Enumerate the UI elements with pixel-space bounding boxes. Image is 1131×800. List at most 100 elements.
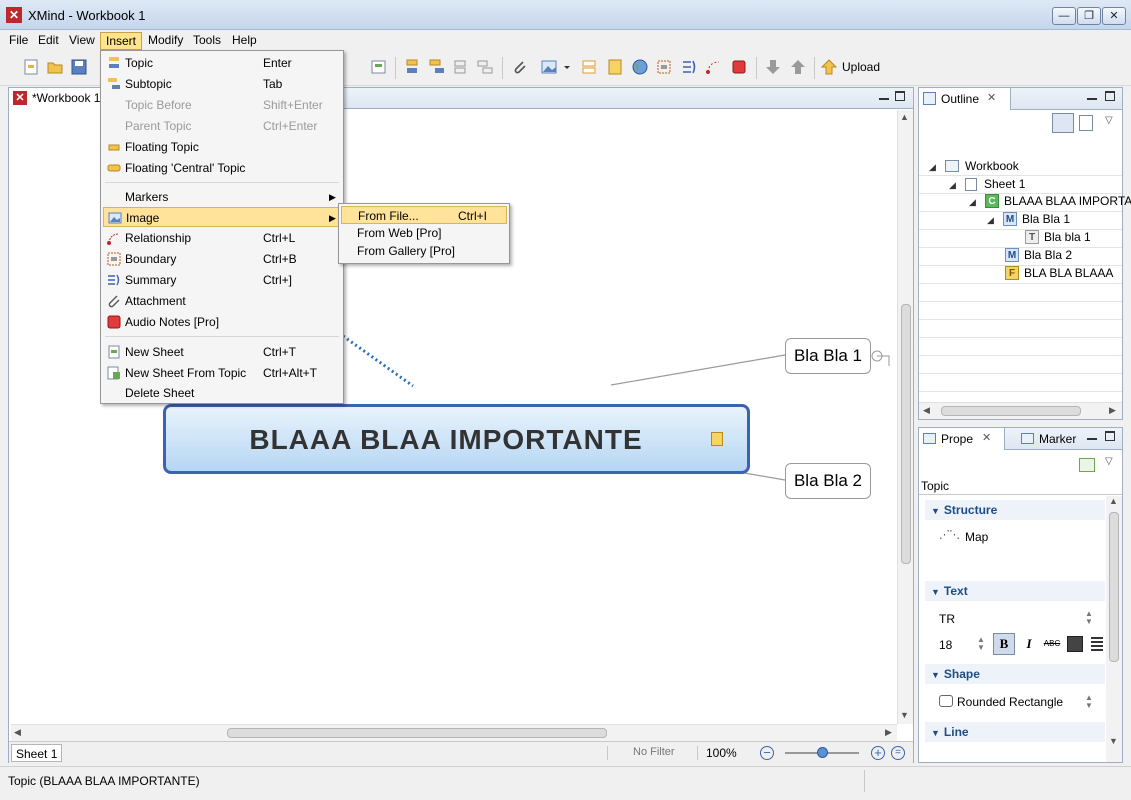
scroll-down-icon[interactable]: ▼ (900, 710, 909, 720)
marker-tab[interactable]: Marker (1019, 428, 1081, 450)
menu-item-delete-sheet[interactable]: Delete Sheet (103, 383, 341, 403)
close-icon[interactable]: ✕ (987, 91, 996, 104)
filter-status[interactable]: No Filter (633, 746, 675, 758)
topic-before-icon[interactable] (452, 58, 470, 76)
note-icon[interactable] (711, 432, 723, 446)
summary-icon[interactable] (680, 58, 698, 76)
menu-item-markers[interactable]: Markers ▶ (103, 187, 341, 207)
maximize-view-icon[interactable] (895, 91, 905, 101)
zoom-out-icon[interactable]: − (760, 746, 774, 760)
globe-icon[interactable] (631, 58, 649, 76)
minimize-view-icon[interactable] (1087, 90, 1097, 100)
parent-topic-icon[interactable] (476, 58, 494, 76)
strikethrough-toggle[interactable]: ABC (1041, 633, 1063, 655)
fit-zoom-icon[interactable]: = (891, 746, 905, 760)
save-icon[interactable] (70, 58, 88, 76)
scroll-down-icon[interactable]: ▼ (1109, 736, 1118, 746)
tree-row-workbook[interactable]: ◢ Workbook (929, 158, 1019, 175)
properties-vertical-scrollbar[interactable]: ▲ ▼ (1106, 496, 1122, 762)
new-workbook-icon[interactable] (22, 58, 40, 76)
sheet-tab[interactable]: Sheet 1 (11, 744, 63, 762)
shape-section-header[interactable]: ▼ Shape (925, 664, 1105, 684)
scroll-up-icon[interactable]: ▲ (1109, 496, 1118, 506)
workbook-tab[interactable]: ✕ *Workbook 1 (9, 88, 105, 109)
menu-item-audio-notes[interactable]: Audio Notes [Pro] (103, 312, 341, 332)
vertical-scrollbar[interactable]: ▲ ▼ (897, 110, 913, 724)
menu-tools[interactable]: Tools (188, 32, 226, 50)
submenu-item-from-gallery[interactable]: From Gallery [Pro] (341, 242, 507, 260)
subtopic-bla-bla-2[interactable]: Bla Bla 2 (785, 463, 871, 499)
menu-item-topic[interactable]: Topic Enter (103, 53, 341, 73)
menu-item-new-sheet-from-topic[interactable]: New Sheet From Topic Ctrl+Alt+T (103, 363, 341, 383)
minimize-view-icon[interactable] (1087, 430, 1097, 440)
font-size-select[interactable]: 18 ▲ ▼ (937, 636, 985, 654)
view-menu-icon[interactable]: ▽ (1105, 456, 1113, 467)
central-topic[interactable]: BLAAA BLAA IMPORTANTE (163, 404, 750, 474)
open-folder-icon[interactable] (46, 58, 64, 76)
line-section-header[interactable]: ▼ Line (925, 722, 1105, 742)
outline-scroll-thumb[interactable] (941, 406, 1081, 416)
topic-icon[interactable] (404, 58, 422, 76)
structure-map-option[interactable]: ⋰⋱ Map (939, 528, 1099, 546)
scroll-right-icon[interactable]: ▶ (1109, 405, 1116, 416)
export-properties-icon[interactable] (1079, 458, 1095, 472)
scroll-right-icon[interactable]: ▶ (885, 727, 892, 738)
subtopic-bla-bla-1[interactable]: Bla Bla 1 (785, 338, 871, 374)
zoom-in-icon[interactable]: + (871, 746, 885, 760)
text-section-header[interactable]: ▼ Text (925, 581, 1105, 601)
maximize-button[interactable]: ❐ (1077, 7, 1101, 25)
menu-item-attachment[interactable]: Attachment (103, 291, 341, 311)
close-button[interactable]: ✕ (1102, 7, 1126, 25)
attachment-icon[interactable] (511, 58, 529, 76)
zoom-slider-handle[interactable] (817, 747, 828, 758)
tree-row-central-topic[interactable]: ◢ C BLAAA BLAA IMPORTANTE (969, 193, 1131, 210)
menu-item-image[interactable]: Image ▶ (103, 207, 341, 227)
minimize-button[interactable]: — (1052, 7, 1076, 25)
boundary-icon[interactable] (580, 58, 598, 76)
insert-topic-icon[interactable] (370, 58, 388, 76)
close-icon[interactable]: ✕ (982, 431, 991, 444)
menu-item-relationship[interactable]: Relationship Ctrl+L (103, 228, 341, 248)
arrow-down-icon[interactable] (764, 58, 782, 76)
maximize-view-icon[interactable] (1105, 91, 1115, 101)
menu-item-topic-before[interactable]: Topic Before Shift+Enter (103, 95, 341, 115)
menu-item-floating-topic[interactable]: Floating Topic (103, 137, 341, 157)
structure-section-header[interactable]: ▼ Structure (925, 500, 1105, 520)
tree-view-toggle-icon[interactable] (1052, 113, 1074, 133)
scroll-left-icon[interactable]: ◀ (14, 727, 21, 738)
horizontal-scroll-thumb[interactable] (227, 728, 607, 738)
menu-help[interactable]: Help (227, 32, 262, 50)
horizontal-scrollbar[interactable]: ◀ ▶ (11, 724, 897, 741)
tree-row-sheet[interactable]: ◢ Sheet 1 (949, 176, 1025, 193)
align-icon[interactable] (1091, 637, 1103, 651)
scroll-left-icon[interactable]: ◀ (923, 405, 930, 416)
image-icon[interactable] (540, 58, 558, 76)
menu-edit[interactable]: Edit (33, 32, 64, 50)
menu-item-floating-central-topic[interactable]: Floating 'Central' Topic (103, 158, 341, 178)
menu-item-boundary[interactable]: Boundary Ctrl+B (103, 249, 341, 269)
arrow-up-icon[interactable] (789, 58, 807, 76)
boundary-box-icon[interactable] (655, 58, 673, 76)
font-family-select[interactable]: TR ▲ ▼ (937, 610, 1097, 628)
properties-tab[interactable]: Prope ✕ (919, 428, 1005, 450)
list-view-toggle-icon[interactable] (1079, 115, 1093, 131)
submenu-item-from-file[interactable]: From File... Ctrl+I (341, 206, 507, 224)
submenu-item-from-web[interactable]: From Web [Pro] (341, 224, 507, 242)
note-icon[interactable] (606, 58, 624, 76)
menu-view[interactable]: View (64, 32, 100, 50)
properties-scroll-thumb[interactable] (1109, 512, 1119, 662)
text-color-swatch[interactable] (1067, 636, 1083, 652)
vertical-scroll-thumb[interactable] (901, 304, 911, 564)
menu-item-new-sheet[interactable]: New Sheet Ctrl+T (103, 342, 341, 362)
maximize-view-icon[interactable] (1105, 431, 1115, 441)
tree-row-bla-bla-1[interactable]: ◢ M Bla Bla 1 (987, 211, 1070, 228)
italic-toggle[interactable]: I (1019, 633, 1039, 655)
menu-item-summary[interactable]: Summary Ctrl+] (103, 270, 341, 290)
subtopic-icon[interactable] (428, 58, 446, 76)
menu-modify[interactable]: Modify (143, 32, 188, 50)
menu-insert[interactable]: Insert (100, 32, 143, 50)
chevron-down-icon[interactable] (562, 58, 572, 76)
menu-item-parent-topic[interactable]: Parent Topic Ctrl+Enter (103, 116, 341, 136)
menu-item-subtopic[interactable]: Subtopic Tab (103, 74, 341, 94)
scroll-up-icon[interactable]: ▲ (900, 112, 909, 122)
